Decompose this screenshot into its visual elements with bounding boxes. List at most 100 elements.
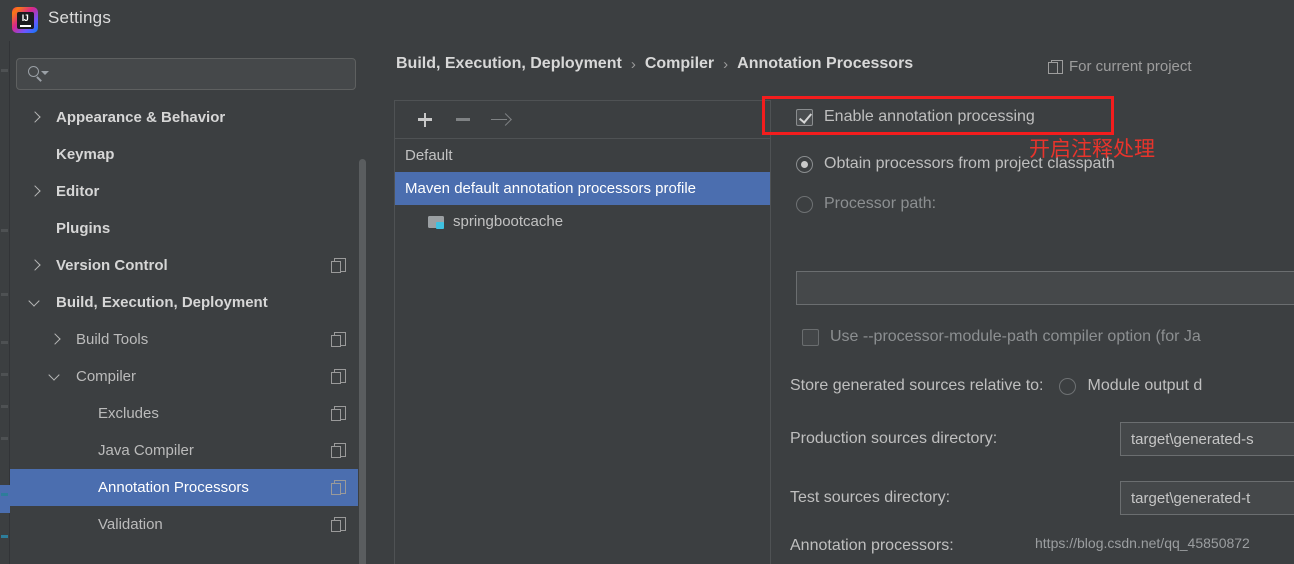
background-ide-sliver bbox=[0, 41, 10, 564]
search-box[interactable] bbox=[16, 58, 356, 90]
enable-annotation-processing-label: Enable annotation processing bbox=[824, 108, 1035, 125]
copy-settings-icon[interactable] bbox=[331, 369, 346, 384]
obtain-from-classpath-radio[interactable] bbox=[796, 155, 813, 173]
sidebar-item-label: Java Compiler bbox=[98, 442, 194, 459]
use-processor-module-path-row[interactable]: Use --processor-module-path compiler opt… bbox=[802, 328, 1201, 346]
remove-profile-button[interactable] bbox=[444, 105, 482, 135]
copy-settings-icon[interactable] bbox=[331, 443, 346, 458]
window-title: Settings bbox=[48, 8, 112, 27]
sidebar-item-label: Plugins bbox=[56, 220, 111, 237]
module-output-label: Module output d bbox=[1087, 377, 1203, 394]
minus-icon bbox=[456, 118, 470, 121]
copy-settings-icon[interactable] bbox=[331, 258, 346, 273]
add-profile-button[interactable] bbox=[406, 105, 444, 135]
profile-list-item[interactable]: springbootcache bbox=[395, 205, 770, 238]
sidebar-item-build-execution-deployment[interactable]: Build, Execution, Deployment bbox=[10, 284, 368, 321]
profile-list-item-label: Default bbox=[405, 147, 453, 164]
profiles-list: Default Maven default annotation processo… bbox=[395, 139, 770, 238]
production-sources-directory-input[interactable]: target\generated-s bbox=[1120, 422, 1294, 456]
sidebar-scrollbar-thumb[interactable] bbox=[359, 159, 366, 564]
module-output-radio[interactable] bbox=[1059, 377, 1077, 395]
sidebar-item-label: Compiler bbox=[76, 368, 137, 385]
window-titlebar: IJ Settings bbox=[0, 0, 1294, 41]
copy-settings-icon[interactable] bbox=[331, 406, 346, 421]
settings-window: IJ Settings Appearance & Behavior Keymap E… bbox=[0, 0, 1294, 564]
project-scope-icon bbox=[1048, 59, 1063, 74]
enable-annotation-processing-row[interactable]: Enable annotation processing bbox=[796, 108, 1035, 126]
profiles-panel: Default Maven default annotation processo… bbox=[394, 100, 771, 564]
move-to-profile-button[interactable] bbox=[482, 105, 520, 135]
profile-list-item[interactable]: Maven default annotation processors prof… bbox=[395, 172, 770, 205]
processor-path-input[interactable] bbox=[796, 271, 1294, 305]
copy-settings-icon[interactable] bbox=[331, 332, 346, 347]
processor-path-row[interactable]: Processor path: bbox=[796, 195, 936, 213]
processor-path-radio[interactable] bbox=[796, 195, 813, 213]
breadcrumb-item[interactable]: Build, Execution, Deployment bbox=[396, 55, 622, 73]
settings-tree: Appearance & Behavior Keymap Editor Plugins… bbox=[10, 99, 368, 564]
breadcrumb-separator: › bbox=[630, 55, 636, 73]
production-sources-directory-row: Production sources directory: bbox=[790, 430, 997, 448]
breadcrumb-item[interactable]: Annotation Processors bbox=[737, 55, 913, 73]
sidebar-item-label: Build, Execution, Deployment bbox=[56, 294, 268, 311]
sidebar-item-appearance-behavior[interactable]: Appearance & Behavior bbox=[10, 99, 368, 136]
breadcrumb-separator: › bbox=[723, 55, 729, 73]
profile-list-item-label: Maven default annotation processors prof… bbox=[405, 180, 697, 197]
scope-indicator: For current project bbox=[1048, 58, 1192, 75]
sidebar-item-editor[interactable]: Editor bbox=[10, 173, 368, 210]
store-generated-sources-label: Store generated sources relative to: bbox=[790, 377, 1044, 394]
sidebar-item-excludes[interactable]: Excludes bbox=[10, 395, 368, 432]
arrow-right-icon bbox=[491, 114, 511, 126]
copy-settings-icon[interactable] bbox=[331, 480, 346, 495]
test-sources-directory-row: Test sources directory: bbox=[790, 489, 950, 507]
sidebar-item-label: Appearance & Behavior bbox=[56, 109, 226, 126]
chevron-right-icon[interactable] bbox=[28, 259, 42, 273]
annotation-processor-options: Enable annotation processing Obtain proc… bbox=[786, 100, 1294, 564]
enable-annotation-processing-checkbox[interactable] bbox=[796, 108, 813, 126]
search-input[interactable] bbox=[45, 66, 355, 82]
sidebar-item-label: Keymap bbox=[56, 146, 115, 163]
sidebar-item-label: Annotation Processors bbox=[98, 479, 249, 496]
intellij-idea-logo-icon: IJ bbox=[12, 7, 38, 33]
settings-sidebar: Appearance & Behavior Keymap Editor Plugins… bbox=[10, 41, 368, 564]
sidebar-item-label: Version Control bbox=[56, 257, 168, 274]
sidebar-item-label: Build Tools bbox=[76, 331, 149, 348]
sidebar-item-plugins[interactable]: Plugins bbox=[10, 210, 368, 247]
profile-list-item[interactable]: Default bbox=[395, 139, 770, 172]
chevron-right-icon[interactable] bbox=[28, 185, 42, 199]
watermark-text: https://blog.csdn.net/qq_45850872 bbox=[1035, 535, 1250, 551]
test-sources-directory-label: Test sources directory: bbox=[790, 489, 951, 506]
chevron-down-icon[interactable] bbox=[28, 296, 42, 310]
production-sources-directory-label: Production sources directory: bbox=[790, 430, 998, 447]
settings-main-panel: Build, Execution, Deployment › Compiler › An… bbox=[368, 41, 1294, 564]
annotation-processors-section-label-row: Annotation processors: bbox=[790, 537, 954, 555]
chevron-right-icon[interactable] bbox=[28, 111, 42, 125]
sidebar-item-annotation-processors[interactable]: Annotation Processors bbox=[10, 469, 368, 506]
chinese-note-annotation: 开启注释处理 bbox=[1029, 137, 1155, 161]
search-icon bbox=[27, 65, 49, 83]
breadcrumb-item[interactable]: Compiler bbox=[645, 55, 714, 73]
sidebar-item-label: Editor bbox=[56, 183, 100, 200]
processor-path-label: Processor path: bbox=[824, 195, 937, 212]
sidebar-item-java-compiler[interactable]: Java Compiler bbox=[10, 432, 368, 469]
chevron-right-icon[interactable] bbox=[48, 333, 62, 347]
sidebar-item-version-control[interactable]: Version Control bbox=[10, 247, 368, 284]
plus-icon bbox=[417, 112, 433, 128]
use-processor-module-path-checkbox[interactable] bbox=[802, 328, 819, 346]
copy-settings-icon[interactable] bbox=[331, 517, 346, 532]
profiles-toolbar bbox=[395, 101, 770, 139]
sidebar-item-label: Validation bbox=[98, 516, 163, 533]
annotation-processors-label: Annotation processors: bbox=[790, 537, 954, 554]
sidebar-item-compiler[interactable]: Compiler bbox=[10, 358, 368, 395]
chevron-down-icon[interactable] bbox=[48, 370, 62, 384]
sidebar-item-keymap[interactable]: Keymap bbox=[10, 136, 368, 173]
sidebar-scrollbar-track[interactable] bbox=[358, 99, 368, 564]
use-processor-module-path-label: Use --processor-module-path compiler opt… bbox=[830, 328, 1201, 345]
sidebar-item-label: Excludes bbox=[98, 405, 159, 422]
test-sources-directory-input[interactable]: target\generated-t bbox=[1120, 481, 1294, 515]
profile-list-item-label: springbootcache bbox=[453, 213, 564, 230]
search-field-wrapper bbox=[16, 58, 356, 90]
module-folder-icon bbox=[428, 215, 445, 229]
sidebar-item-build-tools[interactable]: Build Tools bbox=[10, 321, 368, 358]
breadcrumb: Build, Execution, Deployment › Compiler › An… bbox=[396, 55, 913, 73]
sidebar-item-validation[interactable]: Validation bbox=[10, 506, 368, 543]
